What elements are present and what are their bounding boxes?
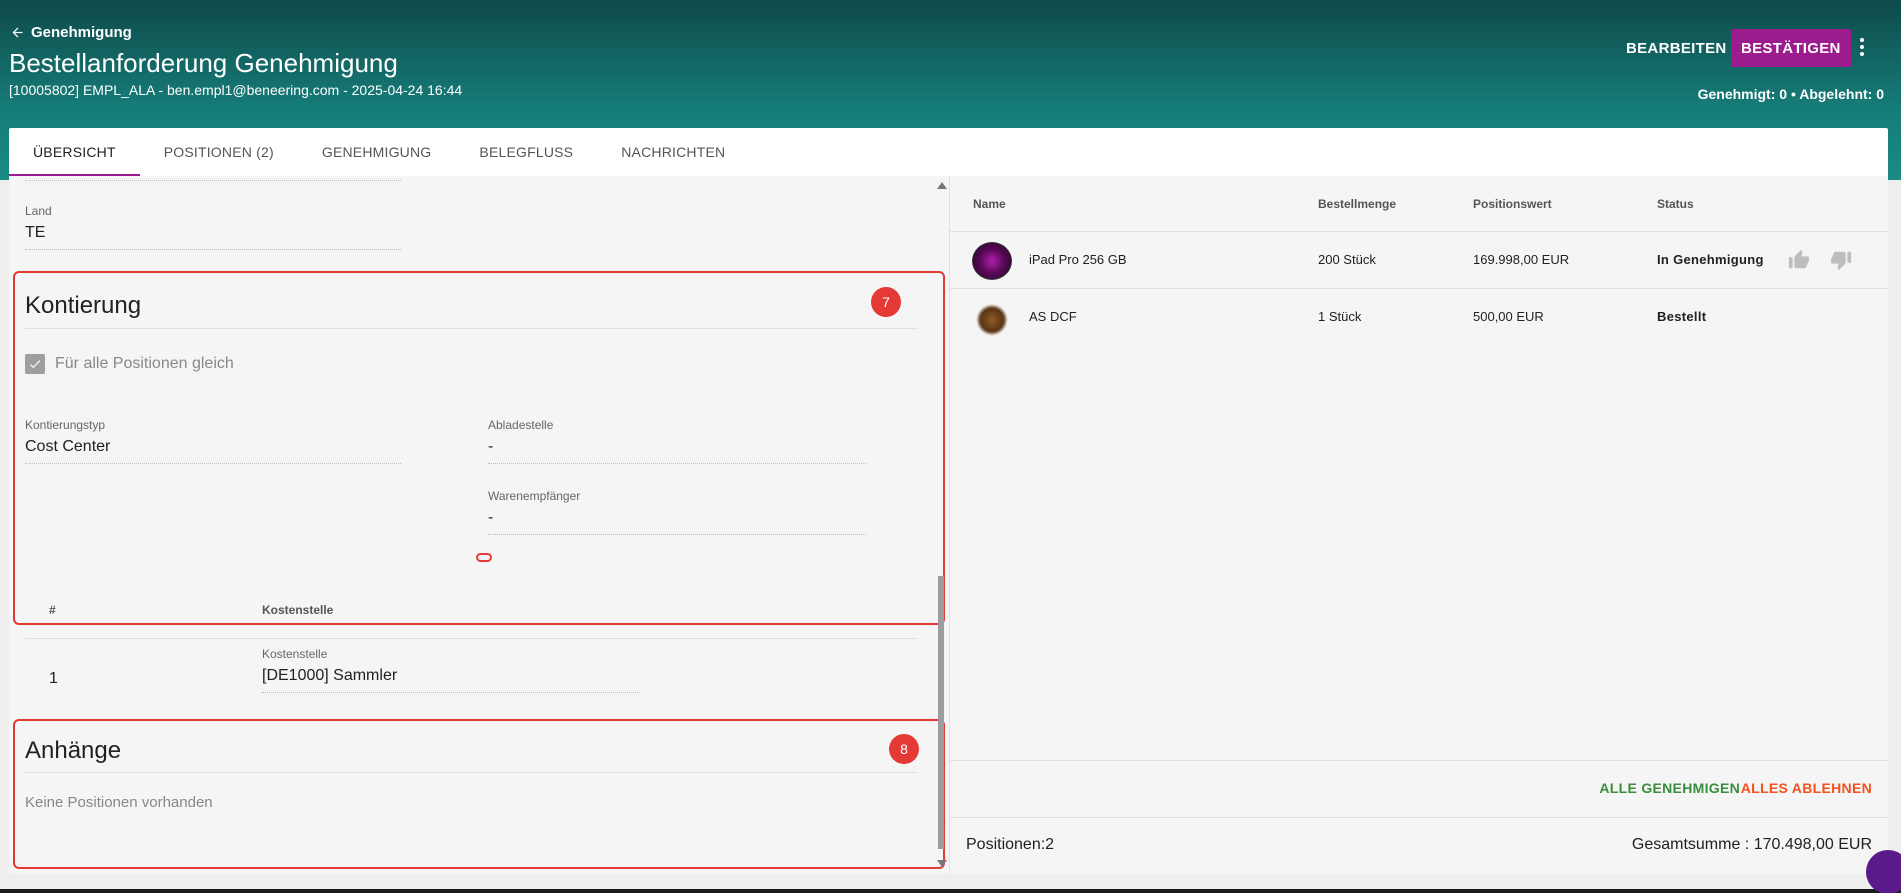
tab-positions[interactable]: POSITIONEN (2) <box>140 128 298 176</box>
country-field: Land TE <box>25 204 401 250</box>
chat-bot-icon[interactable] <box>1866 850 1901 893</box>
item-status: Bestellt <box>1657 309 1707 324</box>
item-name: iPad Pro 256 GB <box>1029 252 1127 267</box>
back-link[interactable]: Genehmigung <box>10 24 132 41</box>
bird-thumbnail-icon <box>972 299 1012 337</box>
item-value: 500,00 EUR <box>1473 309 1544 324</box>
edit-button[interactable]: BEARBEITEN <box>1616 34 1737 63</box>
tab-overview[interactable]: ÜBERSICHT <box>9 128 140 176</box>
annotation-marker <box>476 553 492 562</box>
annotation-box-8 <box>13 719 945 869</box>
tab-approval[interactable]: GENEHMIGUNG <box>298 128 456 176</box>
overview-panel: Land TE Kontierung Für alle Positionen g… <box>9 176 949 874</box>
confirm-button[interactable]: BESTÄTIGEN <box>1731 29 1851 67</box>
more-vert-icon[interactable] <box>1852 33 1872 61</box>
field-underline <box>25 180 401 181</box>
item-qty: 200 Stück <box>1318 252 1376 267</box>
country-label: Land <box>25 204 52 218</box>
positions-count: Positionen:2 <box>966 836 1055 853</box>
annotation-box-7 <box>13 271 945 625</box>
table-row[interactable]: iPad Pro 256 GB 200 Stück 169.998,00 EUR… <box>950 231 1888 288</box>
footer-divider <box>950 817 1888 818</box>
col-header-qty: Bestellmenge <box>1318 197 1397 211</box>
scrollbar[interactable] <box>935 176 947 874</box>
tab-messages[interactable]: NACHRICHTEN <box>597 128 749 176</box>
country-value: TE <box>25 224 401 250</box>
positions-panel: Name Bestellmenge Positionswert Status i… <box>950 176 1888 874</box>
taskbar-strip <box>0 889 1901 893</box>
col-header-status: Status <box>1657 197 1694 211</box>
item-name: AS DCF <box>1029 309 1077 324</box>
item-value: 169.998,00 EUR <box>1473 252 1570 267</box>
approval-count: Genehmigt: 0 • Abgelehnt: 0 <box>1697 86 1884 102</box>
ipad-thumbnail-icon <box>972 242 1012 280</box>
kostenstelle-field[interactable]: Kostenstelle [DE1000] Sammler <box>262 647 640 693</box>
table-row[interactable]: AS DCF 1 Stück 500,00 EUR Bestellt <box>950 288 1888 345</box>
item-status: In Genehmigung <box>1657 252 1764 267</box>
kostenstelle-value: [DE1000] Sammler <box>262 667 640 693</box>
table-divider <box>25 638 918 639</box>
page-title: Bestellanforderung Genehmigung <box>9 48 398 78</box>
tab-bar: ÜBERSICHT POSITIONEN (2) GENEHMIGUNG BEL… <box>9 128 1888 176</box>
approve-all-button[interactable]: ALLE GENEHMIGEN <box>1599 780 1740 796</box>
footer-divider <box>950 760 1888 761</box>
annotation-badge-7: 7 <box>871 287 901 317</box>
page-subtitle: [10005802] EMPL_ALA - ben.empl1@beneerin… <box>9 82 463 98</box>
scroll-down-icon[interactable] <box>937 860 947 867</box>
scroll-thumb[interactable] <box>938 576 944 849</box>
item-qty: 1 Stück <box>1318 309 1362 324</box>
reject-all-button[interactable]: ALLES ABLEHNEN <box>1741 780 1872 796</box>
thumb-down-icon[interactable] <box>1830 249 1852 271</box>
col-header-name: Name <box>973 197 1006 211</box>
cc-row-num: 1 <box>49 670 58 687</box>
col-header-value: Positionswert <box>1473 197 1552 211</box>
tab-document-flow[interactable]: BELEGFLUSS <box>455 128 597 176</box>
total-sum: Gesamtsumme : 170.498,00 EUR <box>1631 836 1872 853</box>
annotation-badge-8: 8 <box>889 734 919 764</box>
kostenstelle-label: Kostenstelle <box>262 647 328 661</box>
arrow-left-icon <box>12 27 23 38</box>
back-link-label: Genehmigung <box>31 24 132 41</box>
scroll-up-icon[interactable] <box>937 182 947 189</box>
thumb-up-icon[interactable] <box>1788 249 1810 271</box>
